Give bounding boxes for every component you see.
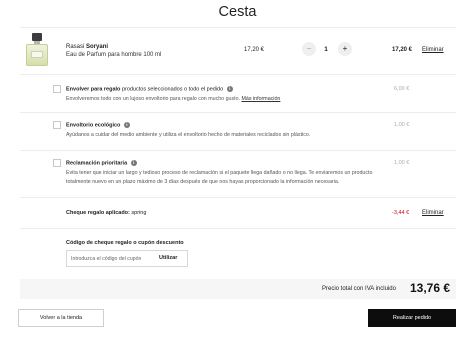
eco-wrap-checkbox[interactable] <box>53 121 61 129</box>
divider <box>20 112 456 113</box>
eco-wrap-price: 1,00 € <box>394 122 410 128</box>
coupon-discount: -3,44 € <box>392 210 410 216</box>
divider <box>20 197 456 198</box>
priority-claim-description: Evita tener que iniciar un largo y tedio… <box>66 170 373 185</box>
place-order-button[interactable]: Realizar pedido <box>368 309 456 327</box>
gift-wrap-checkbox[interactable] <box>53 85 61 93</box>
line-total: 17,20 € <box>392 47 413 53</box>
quantity-value: 1 <box>324 46 328 53</box>
priority-claim-checkbox[interactable] <box>53 159 61 167</box>
applied-coupon-code: spring <box>131 210 147 216</box>
page-title: Cesta <box>218 4 257 20</box>
divider <box>20 74 456 75</box>
divider <box>20 27 456 28</box>
product-brand: Rasasi <box>66 44 85 50</box>
applied-coupon: Cheque regalo aplicado: spring <box>66 210 147 216</box>
info-icon[interactable]: i <box>130 160 137 166</box>
divider <box>20 150 456 151</box>
divider <box>20 228 456 229</box>
increase-quantity-button[interactable]: + <box>338 42 352 56</box>
apply-coupon-button[interactable]: Utilizar <box>159 255 177 261</box>
info-icon[interactable]: i <box>226 86 233 92</box>
gift-wrap-title: Envolver para regalo productos seleccion… <box>66 86 233 92</box>
product-description: Eau de Parfum para hombre 100 ml <box>66 52 162 58</box>
remove-coupon-link[interactable]: Eliminar <box>422 210 444 216</box>
total-value: 13,76 € <box>410 281 451 295</box>
coupon-heading: Código de cheque regalo o cupón descuent… <box>66 240 184 246</box>
info-icon[interactable]: i <box>123 122 130 128</box>
unit-price: 17,20 € <box>244 47 265 53</box>
total-label: Precio total con IVA incluido <box>322 286 396 292</box>
decrease-quantity-button[interactable]: − <box>302 42 316 56</box>
priority-claim-title: Reclamación prioritaria i <box>66 160 137 166</box>
priority-claim-price: 1,00 € <box>394 160 410 166</box>
coupon-form: Utilizar <box>66 250 188 267</box>
eco-wrap-description: Ayúdanos a cuidar del medio ambiente y u… <box>66 132 311 138</box>
product-image[interactable] <box>24 33 50 67</box>
gift-wrap-price: 6,00 € <box>394 86 410 92</box>
coupon-input[interactable] <box>71 254 157 264</box>
product-brand-name[interactable]: Rasasi Soryani <box>66 44 108 50</box>
gift-wrap-description: Envolveremos todo con un lujoso envoltor… <box>66 96 281 102</box>
back-to-shop-button[interactable]: Volver a la tienda <box>18 309 104 327</box>
eco-wrap-title: Envoltorio ecológico i <box>66 122 130 128</box>
more-info-link[interactable]: Más información <box>242 96 281 102</box>
remove-product-link[interactable]: Eliminar <box>422 47 444 53</box>
product-name: Soryani <box>86 44 109 50</box>
